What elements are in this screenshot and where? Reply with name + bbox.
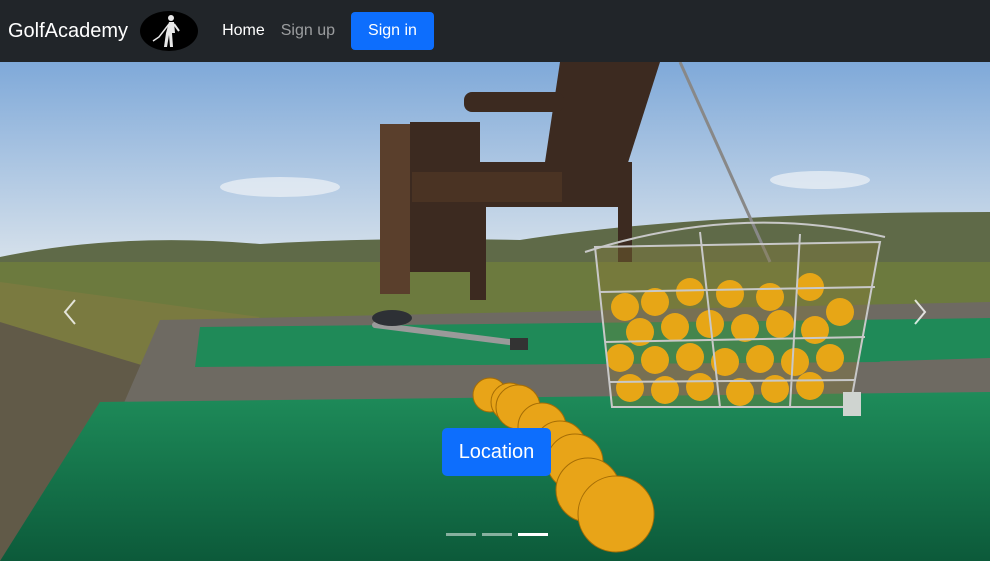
carousel-indicator-3[interactable] xyxy=(518,533,548,536)
golf-range-photo xyxy=(0,62,990,561)
navbar: GolfAcademy Home Sign up Sign in xyxy=(0,0,990,62)
carousel-indicators xyxy=(446,533,548,536)
carousel-prev-button[interactable] xyxy=(30,62,110,561)
location-button[interactable]: Location xyxy=(442,428,551,476)
hero-carousel: Location xyxy=(0,62,990,561)
signin-button[interactable]: Sign in xyxy=(351,12,434,50)
chevron-right-icon xyxy=(914,298,927,325)
carousel-indicator-1[interactable] xyxy=(446,533,476,536)
ball-basket xyxy=(584,221,886,416)
brand-name[interactable]: GolfAcademy xyxy=(8,20,128,43)
nav-link-home[interactable]: Home xyxy=(222,22,265,40)
golfer-logo-icon[interactable] xyxy=(140,11,199,51)
carousel-indicator-2[interactable] xyxy=(482,533,512,536)
nav-link-signup[interactable]: Sign up xyxy=(281,22,335,40)
carousel-next-button[interactable] xyxy=(880,62,960,561)
chevron-left-icon xyxy=(63,298,76,325)
